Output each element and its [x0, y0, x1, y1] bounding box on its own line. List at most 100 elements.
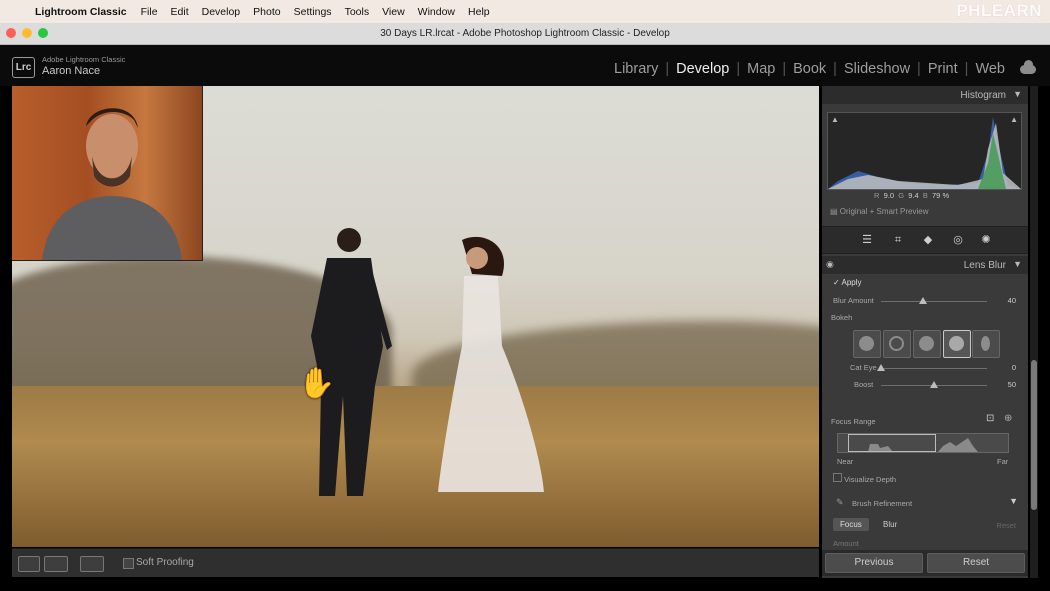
- blur-brush-button[interactable]: Blur: [876, 518, 904, 531]
- hand-cursor-icon: ✋: [298, 367, 336, 400]
- menu-settings[interactable]: Settings: [294, 6, 332, 18]
- subject-focus-icon[interactable]: ⊡: [986, 413, 994, 424]
- panel-scrollbar-thumb[interactable]: [1031, 360, 1037, 510]
- photo-grass: [12, 386, 819, 547]
- boost-thumb[interactable]: [930, 381, 938, 388]
- cat-eye-value[interactable]: 0: [1012, 363, 1016, 372]
- module-book[interactable]: Book: [786, 61, 833, 77]
- loupe-view-button[interactable]: [18, 556, 40, 572]
- phlearn-watermark: PHLEARN: [956, 1, 1042, 20]
- cloud-icon[interactable]: [1020, 59, 1036, 74]
- heal-eraser-icon[interactable]: ◆: [921, 234, 935, 246]
- histogram-graph[interactable]: ▲ ▲: [827, 112, 1022, 190]
- menu-develop[interactable]: Develop: [202, 6, 241, 18]
- r-label: R: [874, 191, 880, 200]
- rgb-readout: R 9.0 G 9.4 B 79 %: [874, 191, 949, 200]
- bokeh-blade-button[interactable]: [913, 330, 941, 358]
- bokeh-blade-icon: [919, 336, 934, 351]
- visualize-depth-label: Visualize Depth: [844, 475, 897, 484]
- focus-range-graph[interactable]: [837, 433, 1009, 453]
- menu-edit[interactable]: Edit: [171, 6, 189, 18]
- panel-bottom-bar: Previous Reset: [822, 550, 1028, 576]
- masking-icon[interactable]: ✺: [979, 234, 993, 246]
- module-library[interactable]: Library: [607, 61, 665, 77]
- identity-plate: Adobe Lightroom Classic Aaron Nace: [42, 55, 125, 77]
- reset-button[interactable]: Reset: [927, 553, 1025, 573]
- bokeh-cateye-button[interactable]: [972, 330, 1000, 358]
- checkbox-box: [833, 473, 842, 482]
- smart-preview-status[interactable]: ▤ Original + Smart Preview: [830, 207, 929, 216]
- menu-view[interactable]: View: [382, 6, 405, 18]
- edit-sliders-icon[interactable]: ☰: [860, 234, 874, 246]
- blur-amount-label: Blur Amount: [833, 296, 874, 305]
- yy-view-button[interactable]: [80, 556, 104, 572]
- smart-preview-icon: ▤: [830, 207, 838, 216]
- blur-amount-thumb[interactable]: [919, 297, 928, 304]
- cat-eye-track[interactable]: [881, 368, 987, 369]
- histogram-header[interactable]: Histogram ▼: [822, 86, 1028, 104]
- lens-blur-header[interactable]: ◉ Lens Blur ▼: [822, 256, 1028, 274]
- previous-button[interactable]: Previous: [825, 553, 923, 573]
- module-develop[interactable]: Develop: [669, 61, 736, 77]
- menu-app-name[interactable]: Lightroom Classic: [35, 6, 127, 18]
- crop-icon[interactable]: ⌗: [891, 234, 905, 246]
- bokeh-circle-icon: [859, 336, 874, 351]
- boost-value[interactable]: 50: [1008, 380, 1016, 389]
- boost-label: Boost: [854, 380, 874, 389]
- window-title: 30 Days LR.lrcat - Adobe Photoshop Light…: [380, 28, 670, 39]
- mac-menubar: Lightroom Classic File Edit Develop Phot…: [0, 0, 1050, 23]
- menu-window[interactable]: Window: [418, 6, 455, 18]
- b-label: B: [922, 191, 928, 200]
- focus-range-selector[interactable]: [848, 434, 936, 452]
- cat-eye-thumb[interactable]: [877, 364, 885, 371]
- apply-checkbox[interactable]: ✓ Apply: [833, 278, 862, 287]
- histogram-title: Histogram: [960, 90, 1006, 101]
- focus-range-label: Focus Range: [831, 417, 876, 426]
- module-map[interactable]: Map: [740, 61, 782, 77]
- target-focus-icon[interactable]: ⊕: [1004, 413, 1012, 424]
- soft-proofing-label: Soft Proofing: [136, 557, 194, 568]
- collapse-triangle-icon[interactable]: ▼: [1013, 259, 1022, 269]
- eye-toggle-icon[interactable]: ◉: [826, 259, 834, 270]
- tool-strip: ☰ ⌗ ◆ ◎ ✺: [822, 226, 1028, 254]
- shadow-clip-icon[interactable]: ▲: [831, 115, 839, 124]
- bokeh-ring-icon: [949, 336, 964, 351]
- r-value: 9.0: [883, 191, 895, 200]
- module-web[interactable]: Web: [968, 61, 1012, 77]
- menu-help[interactable]: Help: [468, 6, 490, 18]
- g-value: 9.4: [908, 191, 919, 200]
- before-after-button[interactable]: [44, 556, 68, 572]
- cat-eye-label: Cat Eye: [850, 363, 877, 372]
- blur-amount-value[interactable]: 40: [1008, 296, 1016, 305]
- view-toolbar: Soft Proofing: [12, 548, 819, 577]
- module-print[interactable]: Print: [921, 61, 965, 77]
- menu-photo[interactable]: Photo: [253, 6, 280, 18]
- brush-refinement-label[interactable]: Brush Refinement: [852, 499, 912, 508]
- module-slideshow[interactable]: Slideshow: [837, 61, 917, 77]
- bokeh-bubble-button[interactable]: [883, 330, 911, 358]
- window-titlebar: 30 Days LR.lrcat - Adobe Photoshop Light…: [0, 23, 1050, 45]
- highlight-clip-icon[interactable]: ▲: [1010, 115, 1018, 124]
- checkmark-icon: ✓: [833, 278, 840, 287]
- bokeh-cateye-icon: [981, 336, 990, 351]
- red-eye-icon[interactable]: ◎: [951, 234, 965, 246]
- soft-proofing-checkbox[interactable]: [123, 558, 134, 569]
- menu-tools[interactable]: Tools: [345, 6, 370, 18]
- bokeh-ring-button[interactable]: [943, 330, 971, 358]
- focus-brush-button[interactable]: Focus: [833, 518, 869, 531]
- amount-label: Amount: [833, 539, 859, 548]
- product-name: Adobe Lightroom Classic: [42, 55, 126, 64]
- collapse-triangle-icon[interactable]: ▼: [1009, 496, 1018, 506]
- brush-reset-link[interactable]: Reset: [996, 521, 1016, 530]
- far-label: Far: [997, 457, 1009, 466]
- lens-blur-title: Lens Blur: [963, 260, 1006, 271]
- lens-blur-content: ✓ Apply Blur Amount 40 Bokeh Cat Eye 0 B…: [826, 275, 1024, 548]
- lr-header: Lrc Adobe Lightroom Classic Aaron Nace L…: [0, 45, 1050, 86]
- blur-amount-track[interactable]: [881, 301, 987, 302]
- bokeh-circle-button[interactable]: [853, 330, 881, 358]
- visualize-depth-checkbox[interactable]: Visualize Depth: [833, 473, 896, 484]
- near-label: Near: [837, 457, 854, 466]
- menu-file[interactable]: File: [141, 6, 158, 18]
- collapse-triangle-icon[interactable]: ▼: [1013, 89, 1022, 99]
- histogram-curves: [828, 117, 1021, 189]
